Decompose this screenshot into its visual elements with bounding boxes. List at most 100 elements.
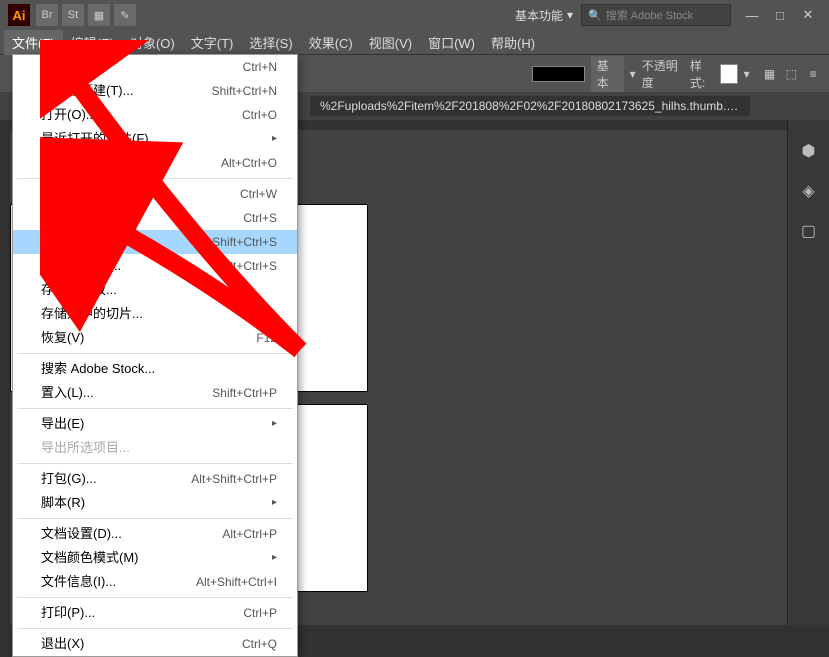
menu-item-4: 在 Bridge 中浏览...Alt+Ctrl+O (13, 151, 297, 175)
align-icon[interactable]: ▦ (762, 65, 778, 83)
workspace-switcher[interactable]: 基本功能 ▾ (507, 5, 581, 26)
menu-item-label: 文件信息(I)... (41, 573, 116, 591)
right-panel-rail: ⬢ ◈ ▢ (787, 120, 829, 625)
menu-item-7[interactable]: 存储(S)Ctrl+S (13, 206, 297, 230)
menu-item-label: 置入(L)... (41, 384, 94, 402)
menu-object[interactable]: 对象(O) (122, 30, 183, 55)
chevron-down-icon[interactable]: ▾ (630, 67, 636, 81)
title-app-icons: Br St ▦ ✎ (36, 4, 136, 26)
menu-item-label: 存储选中的切片... (41, 305, 143, 323)
menu-item-11[interactable]: 存储选中的切片... (13, 302, 297, 326)
menu-item-label: 存储为模板... (41, 281, 117, 299)
menu-item-12[interactable]: 恢复(V) F12 (13, 326, 297, 350)
artboards-icon[interactable]: ▢ (798, 220, 820, 242)
close-button[interactable]: ✕ (795, 6, 821, 24)
app-logo-icon: Ai (8, 4, 30, 26)
menu-item-label: 脚本(R) (41, 494, 85, 512)
transform-icon[interactable]: ⬚ (783, 65, 799, 83)
menu-view[interactable]: 视图(V) (361, 30, 420, 55)
panel-menu-icon[interactable]: ≡ (805, 65, 821, 83)
titlebar: Ai Br St ▦ ✎ 基本功能 ▾ 🔍 搜索 Adobe Stock — □… (0, 0, 829, 30)
menubar: 文件(F) 编辑(E) 对象(O) 文字(T) 选择(S) 效果(C) 视图(V… (0, 30, 829, 54)
menu-item-shortcut: Ctrl+N (243, 58, 277, 76)
menu-separator (17, 353, 293, 354)
menu-item-23[interactable]: 文档设置(D)... Alt+Ctrl+P (13, 522, 297, 546)
menu-item-20[interactable]: 打包(G)... Alt+Shift+Ctrl+P (13, 467, 297, 491)
menu-item-3[interactable]: 最近打开的文件(F) (13, 127, 297, 151)
menu-select[interactable]: 选择(S) (241, 30, 300, 55)
menu-item-label: 从模板新建(T)... (41, 82, 133, 100)
menu-item-shortcut: Ctrl+P (243, 604, 277, 622)
menu-item-shortcut: Ctrl+O (242, 106, 277, 124)
menu-item-27[interactable]: 打印(P)... Ctrl+P (13, 601, 297, 625)
menu-window[interactable]: 窗口(W) (420, 30, 483, 55)
menu-item-15[interactable]: 置入(L)... Shift+Ctrl+P (13, 381, 297, 405)
menu-item-10[interactable]: 存储为模板... (13, 278, 297, 302)
menu-item-24[interactable]: 文档颜色模式(M) (13, 546, 297, 570)
menu-item-label: 打包(G)... (41, 470, 97, 488)
menu-item-0[interactable]: 新建(N)... Ctrl+N (13, 55, 297, 79)
style-swatch[interactable] (720, 64, 738, 84)
file-dropdown-menu: 新建(N)... Ctrl+N 从模板新建(T)... Shift+Ctrl+N 打开(… (12, 54, 298, 657)
extras-icon[interactable]: ✎ (114, 4, 136, 26)
menu-item-shortcut: Shift+Ctrl+P (212, 384, 277, 402)
menu-item-shortcut: Alt+Shift+Ctrl+I (196, 573, 277, 591)
menu-item-shortcut: Alt+Ctrl+P (222, 525, 277, 543)
chevron-down-icon[interactable]: ▾ (744, 67, 750, 81)
menu-item-label: 打开(O)... (41, 106, 97, 124)
menu-item-label: 搜索 Adobe Stock... (41, 360, 155, 378)
stroke-preview[interactable] (532, 66, 585, 82)
search-stock-input[interactable]: 🔍 搜索 Adobe Stock (581, 4, 731, 26)
opacity-label: 不透明度 (642, 57, 684, 91)
menu-item-14[interactable]: 搜索 Adobe Stock... (13, 357, 297, 381)
menu-item-shortcut: Alt+Shift+Ctrl+P (191, 470, 277, 488)
menu-item-17[interactable]: 导出(E) (13, 412, 297, 436)
menu-item-label: 最近打开的文件(F) (41, 130, 149, 148)
menu-item-label: 关闭(C) (41, 185, 85, 203)
menu-item-2[interactable]: 打开(O)... Ctrl+O (13, 103, 297, 127)
menu-separator (17, 178, 293, 179)
menu-item-shortcut: Ctrl+Q (242, 635, 277, 653)
menu-item-shortcut: Ctrl+S (243, 209, 277, 227)
menu-item-shortcut: F12 (256, 329, 277, 347)
workspace-label: 基本功能 (515, 7, 563, 24)
menu-item-label: 恢复(V) (41, 329, 84, 347)
menu-edit[interactable]: 编辑(E) (63, 30, 122, 55)
menu-separator (17, 597, 293, 598)
libraries-icon[interactable]: ⬢ (798, 140, 820, 162)
bridge-icon[interactable]: Br (36, 4, 58, 26)
menu-item-1[interactable]: 从模板新建(T)... Shift+Ctrl+N (13, 79, 297, 103)
search-placeholder: 搜索 Adobe Stock (606, 7, 693, 23)
menu-item-label: 文档设置(D)... (41, 525, 122, 543)
menu-file[interactable]: 文件(F) (4, 30, 63, 55)
arrange-icon[interactable]: ▦ (88, 4, 110, 26)
menu-item-9[interactable]: 存储副本(Y)...Alt+Ctrl+S (13, 254, 297, 278)
menu-item-18: 导出所选项目... (13, 436, 297, 460)
stock-icon[interactable]: St (62, 4, 84, 26)
document-tab[interactable]: %2Fuploads%2Fitem%2F201808%2F02%2F201808… (310, 96, 750, 116)
menu-item-8[interactable]: 存储为(A)...Shift+Ctrl+S (13, 230, 297, 254)
menu-item-6[interactable]: 关闭(C) Ctrl+W (13, 182, 297, 206)
menu-item-label: 导出(E) (41, 415, 84, 433)
chevron-down-icon: ▾ (567, 8, 573, 22)
menu-item-label: 在 Bridge 中浏览... (41, 154, 149, 172)
menu-item-label: 新建(N)... (41, 58, 96, 76)
menu-help[interactable]: 帮助(H) (483, 30, 543, 55)
maximize-button[interactable]: □ (767, 6, 793, 24)
layers-icon[interactable]: ◈ (798, 180, 820, 202)
menu-item-label: 打印(P)... (41, 604, 95, 622)
menu-item-shortcut: Ctrl+W (240, 185, 277, 203)
menu-item-29[interactable]: 退出(X)Ctrl+Q (13, 632, 297, 656)
search-icon: 🔍 (588, 9, 602, 22)
menu-item-21[interactable]: 脚本(R) (13, 491, 297, 515)
menu-effect[interactable]: 效果(C) (301, 30, 361, 55)
stroke-style-label[interactable]: 基本 (591, 56, 624, 92)
minimize-button[interactable]: — (739, 6, 765, 24)
menu-item-label: 存储为(A)... (41, 233, 108, 251)
menu-item-shortcut: Shift+Ctrl+N (212, 82, 277, 100)
menu-separator (17, 518, 293, 519)
menu-item-label: 存储副本(Y)... (41, 257, 121, 275)
menu-type[interactable]: 文字(T) (183, 30, 242, 55)
menu-item-25[interactable]: 文件信息(I)... Alt+Shift+Ctrl+I (13, 570, 297, 594)
style-label: 样式: (690, 57, 714, 91)
